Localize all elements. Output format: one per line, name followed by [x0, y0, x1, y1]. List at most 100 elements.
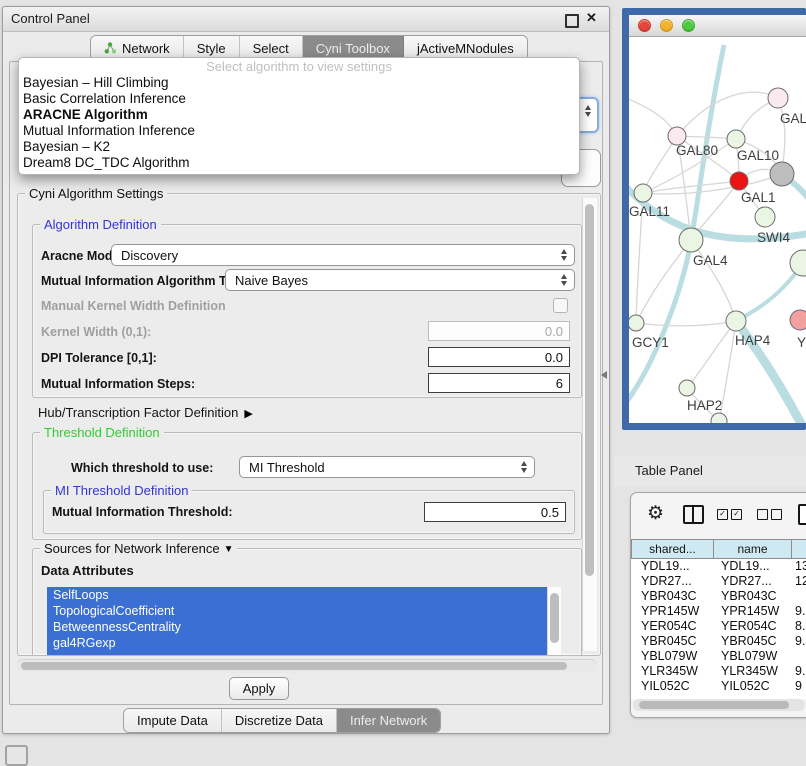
- dropdown-item[interactable]: Mutual Information Inference: [19, 123, 579, 139]
- attribute-item[interactable]: BetweennessCentrality: [47, 619, 561, 635]
- table-cell: YIL052C: [713, 679, 791, 694]
- kernel-width-field[interactable]: 0.0: [428, 321, 570, 341]
- table-cell: YDR27...: [631, 574, 713, 589]
- tab-infer-network[interactable]: Infer Network: [337, 709, 440, 732]
- manual-kernel-width-label: Manual Kernel Width Definition: [41, 299, 226, 313]
- mi-algorithm-type-value: Naive Bayes: [235, 273, 308, 288]
- table-row[interactable]: YLR345WYLR345W9.: [631, 664, 806, 679]
- table-cell: YBR045C: [631, 634, 713, 649]
- spinner-up-icon: [585, 105, 591, 110]
- column-header-cut[interactable]: [791, 539, 806, 559]
- column-header-name[interactable]: name: [713, 539, 791, 559]
- scrollbar-thumb[interactable]: [639, 701, 789, 709]
- network-node-gal11[interactable]: [634, 184, 652, 202]
- table-row[interactable]: YBL079WYBL079W: [631, 649, 806, 664]
- spinner-up-icon: [561, 249, 567, 254]
- tab-discretize-data[interactable]: Discretize Data: [222, 709, 337, 732]
- close-window-button[interactable]: [638, 19, 651, 32]
- dropdown-item[interactable]: Basic Correlation Inference: [19, 91, 579, 107]
- data-attributes-list[interactable]: SelfLoops TopologicalCoefficient Between…: [47, 587, 561, 655]
- table-row[interactable]: YIL052CYIL052C9: [631, 679, 806, 694]
- select-all-icon[interactable]: ✓✓: [717, 509, 742, 520]
- table-cell: YER054C: [631, 619, 713, 634]
- spinner-up-icon: [561, 274, 567, 279]
- network-node-gal1[interactable]: [730, 172, 748, 190]
- network-node-gal-cut[interactable]: [768, 88, 788, 108]
- table-cell: 9.: [791, 604, 806, 619]
- network-node-hap2[interactable]: [679, 380, 695, 396]
- scrollbar-thumb[interactable]: [21, 662, 567, 670]
- network-node-hap4[interactable]: [726, 311, 746, 331]
- mi-algorithm-type-combobox[interactable]: Naive Bayes: [225, 269, 575, 291]
- table-row[interactable]: YDR27...YDR27...12: [631, 574, 806, 589]
- minimize-window-button[interactable]: [660, 19, 673, 32]
- settings-vertical-scrollbar[interactable]: [582, 198, 597, 651]
- hub-definition-toggle[interactable]: Hub/Transcription Factor Definition▶: [38, 405, 253, 420]
- network-node-right-green[interactable]: [790, 250, 806, 276]
- node-label-hap2: HAP2: [687, 398, 722, 413]
- table-row[interactable]: YPR145WYPR145W9.: [631, 604, 806, 619]
- scrollbar-thumb[interactable]: [550, 593, 559, 643]
- attribute-item[interactable]: TopologicalCoefficient: [47, 603, 561, 619]
- scrollbar-thumb[interactable]: [585, 204, 594, 576]
- attribute-item[interactable]: gal4RGexp: [47, 635, 561, 651]
- network-canvas[interactable]: GALGAL80GAL10GAL1GAL11SWI4GAL4GCY1HAP4YH…: [629, 37, 806, 423]
- apply-button[interactable]: Apply: [229, 677, 289, 700]
- tab-infer-network-label: Infer Network: [350, 713, 427, 728]
- sources-group-title[interactable]: Sources for Network Inference▼: [40, 541, 237, 556]
- cyni-algorithm-settings-group: Cyni Algorithm Settings Algorithm Defini…: [17, 193, 601, 656]
- dpi-tolerance-field[interactable]: 0.0: [428, 347, 570, 367]
- tab-cyni-toolbox-label: Cyni Toolbox: [316, 41, 390, 56]
- hub-definition-label: Hub/Transcription Factor Definition: [38, 405, 238, 420]
- mi-steps-field[interactable]: 6: [428, 373, 570, 393]
- attribute-list-scrollbar[interactable]: [547, 587, 561, 655]
- dropdown-item[interactable]: Dream8 DC_TDC Algorithm: [19, 155, 579, 171]
- network-node-gray-node[interactable]: [770, 162, 794, 186]
- node-label-salmon-cut: Y: [797, 335, 806, 350]
- network-node-gal4[interactable]: [679, 228, 703, 252]
- tab-jactivemnodules-label: jActiveMNodules: [417, 41, 514, 56]
- table-cell: YBL079W: [713, 649, 791, 664]
- table-cell: YBR043C: [631, 589, 713, 604]
- dropdown-item-selected[interactable]: ARACNE Algorithm: [19, 107, 579, 123]
- close-icon[interactable]: ✕: [586, 10, 597, 26]
- aracne-mode-combobox[interactable]: Discovery: [111, 244, 575, 266]
- mi-threshold-label: Mutual Information Threshold:: [52, 505, 233, 519]
- mi-threshold-definition-title: MI Threshold Definition: [51, 483, 192, 498]
- column-header-shared[interactable]: shared...: [631, 539, 713, 559]
- manual-kernel-width-checkbox[interactable]: [553, 298, 568, 313]
- new-column-icon[interactable]: [798, 504, 806, 525]
- table-row[interactable]: YER054CYER054C8.: [631, 619, 806, 634]
- dropdown-item[interactable]: Bayesian – K2: [19, 139, 579, 155]
- floating-mini-button[interactable]: [5, 745, 28, 766]
- table-cell: YBL079W: [631, 649, 713, 664]
- network-node-gcy1[interactable]: [629, 315, 644, 331]
- table-row[interactable]: YBR043CYBR043C: [631, 589, 806, 604]
- network-node-swi4[interactable]: [755, 207, 775, 227]
- table-toolbar: ⚙ ✓✓: [631, 493, 806, 539]
- tab-impute-data[interactable]: Impute Data: [124, 709, 222, 732]
- attribute-item[interactable]: SelfLoops: [47, 587, 561, 603]
- zoom-window-button[interactable]: [682, 19, 695, 32]
- which-threshold-combobox[interactable]: MI Threshold: [239, 456, 535, 478]
- table-row[interactable]: YDL19...YDL19...13: [631, 559, 806, 574]
- network-node-salmon-cut[interactable]: [790, 310, 806, 330]
- table-cell: YPR145W: [713, 604, 791, 619]
- gear-icon[interactable]: ⚙: [647, 502, 664, 525]
- algorithm-definition-group: Algorithm Definition Aracne Mode: Discov…: [32, 224, 582, 398]
- table-cell: 9.: [791, 664, 806, 679]
- panel-splitter-handle[interactable]: [601, 371, 607, 379]
- deselect-all-icon[interactable]: [757, 509, 782, 520]
- data-attributes-label: Data Attributes: [41, 563, 134, 578]
- network-node-bottom-small[interactable]: [711, 413, 727, 423]
- settings-horizontal-scrollbar[interactable]: [17, 659, 597, 673]
- float-window-icon[interactable]: [565, 14, 579, 28]
- panel-title: Control Panel: [11, 11, 90, 26]
- table-row[interactable]: YBR045CYBR045C9.: [631, 634, 806, 649]
- tab-discretize-data-label: Discretize Data: [235, 713, 323, 728]
- network-node-gal10[interactable]: [727, 130, 745, 148]
- split-view-icon[interactable]: [683, 505, 704, 524]
- mi-threshold-field[interactable]: 0.5: [424, 502, 566, 522]
- dropdown-item[interactable]: Bayesian – Hill Climbing: [19, 75, 579, 91]
- table-horizontal-scrollbar[interactable]: [633, 699, 805, 711]
